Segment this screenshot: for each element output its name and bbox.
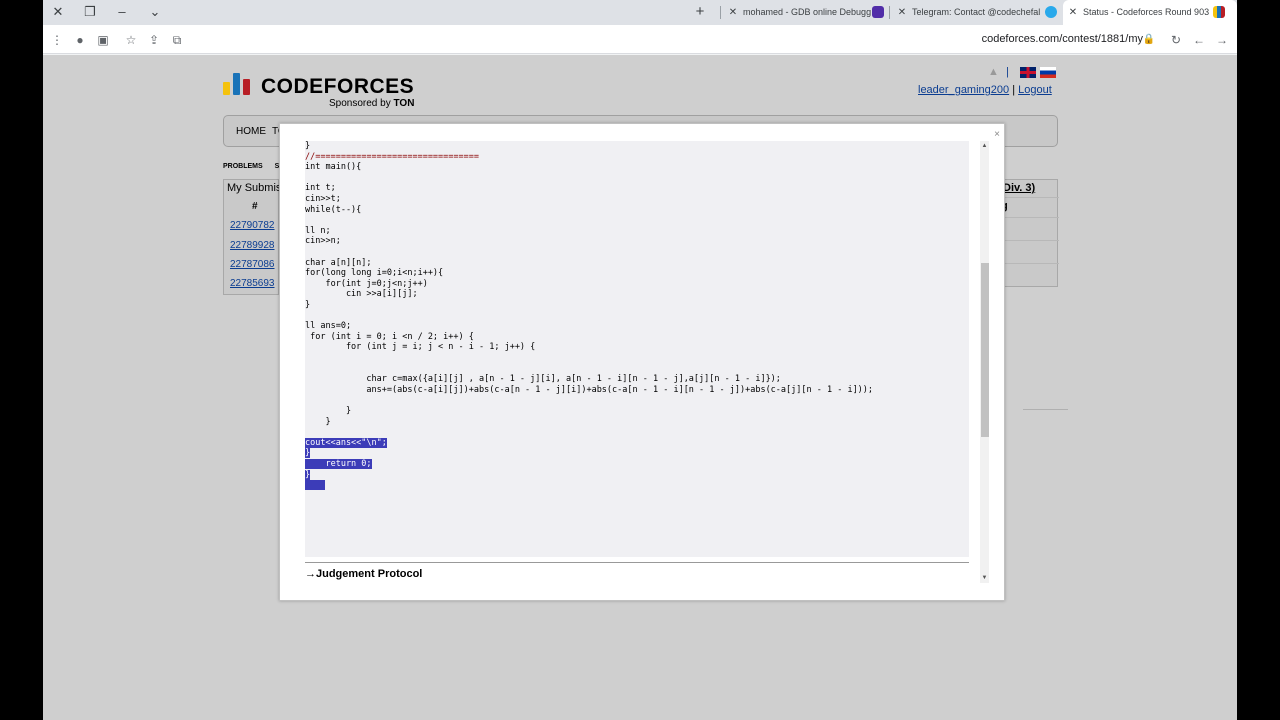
- panel-title: My Submis: [227, 182, 282, 194]
- code-line: int main(){: [305, 162, 362, 173]
- code-line: for(long long i=0;i<n;i++){: [305, 268, 444, 279]
- divider: [1023, 409, 1068, 410]
- tab-label: Telegram: Contact @codechefal: [912, 7, 1041, 17]
- close-icon[interactable]: ×: [994, 129, 1000, 140]
- tab-label: Status - Codeforces Round 903: [1083, 7, 1210, 17]
- logo-bar-icon: [233, 73, 240, 95]
- browser-toolbar: ⋮ ● ▣ ☆ ⇪ ⧉ codeforces.com/contest/1881/…: [43, 25, 1237, 54]
- scroll-up-arrow-icon[interactable]: ▲: [980, 141, 989, 151]
- my-submissions-panel: My Submis # 22790782 22789928 22787086 2…: [223, 179, 282, 295]
- gdb-favicon-icon: [872, 6, 884, 18]
- close-window-icon[interactable]: ✕: [47, 2, 69, 22]
- forward-arrow-icon[interactable]: →: [1212, 30, 1232, 50]
- close-tab-icon[interactable]: ✕: [1067, 0, 1079, 25]
- sponsor-line: Sponsored by TON: [329, 98, 415, 109]
- code-line: cin>>t;: [305, 194, 341, 204]
- source-code-view[interactable]: } //================================ int…: [305, 141, 969, 557]
- user-links: leader_gaming200 | Logout: [918, 84, 1052, 96]
- chevron-down-icon[interactable]: ⌄: [144, 2, 166, 22]
- code-line-selected: [305, 480, 326, 491]
- logo-bar-icon: [243, 79, 250, 95]
- code-line: }: [305, 416, 331, 427]
- logo-bar-icon: [223, 82, 230, 95]
- tab-gdb[interactable]: ✕ mohamed - GDB online Debugg: [727, 0, 887, 25]
- code-line: ll n;: [305, 225, 331, 236]
- username-link[interactable]: leader_gaming200: [918, 84, 1009, 96]
- user-links-separator: |: [1012, 84, 1016, 96]
- english-flag-icon[interactable]: [1020, 67, 1036, 78]
- code-line: }: [305, 141, 311, 151]
- address-bar[interactable]: codeforces.com/contest/1881/my: [943, 33, 1143, 45]
- submission-link[interactable]: 22787086: [230, 259, 275, 270]
- codeforces-favicon-icon: [1213, 6, 1225, 18]
- judgement-protocol-link[interactable]: →Judgement Protocol: [305, 568, 422, 580]
- code-line: ll ans=0;: [305, 321, 352, 332]
- code-line: int t;: [305, 183, 336, 194]
- share-icon[interactable]: ⇪: [144, 30, 164, 50]
- submission-link[interactable]: 22785693: [230, 278, 275, 289]
- code-line: //================================: [305, 151, 479, 162]
- reload-icon[interactable]: ↻: [1166, 30, 1186, 50]
- lock-icon: 🔒: [1142, 34, 1156, 45]
- tab-label: mohamed - GDB online Debugg: [743, 7, 872, 17]
- browser-window: ✕ ❐ – ⌄ + ✕ mohamed - GDB online Debugg ✕…: [43, 0, 1237, 720]
- code-line: for (int j = i; j < n - i - 1; j++) {: [305, 342, 536, 353]
- logo-text: CODEFORCES: [261, 75, 415, 98]
- subnav-problems[interactable]: PROBLEMS: [223, 163, 263, 170]
- code-line: cin >>a[i][j];: [305, 289, 418, 300]
- install-app-icon[interactable]: ⧉: [167, 30, 187, 50]
- code-line-selected: }: [305, 448, 311, 459]
- sidebar-icon[interactable]: ▣: [93, 30, 113, 50]
- close-tab-icon[interactable]: ✕: [727, 0, 739, 25]
- modal-scrollbar[interactable]: ▲ ▼: [980, 141, 989, 583]
- scroll-down-arrow-icon[interactable]: ▼: [980, 573, 989, 583]
- russian-flag-icon[interactable]: [1040, 67, 1056, 78]
- close-tab-icon[interactable]: ✕: [896, 0, 908, 25]
- bookmark-star-icon[interactable]: ☆: [121, 30, 141, 50]
- code-line-selected: cout<<ans<<"\n";: [305, 437, 387, 448]
- tab-telegram[interactable]: ✕ Telegram: Contact @codechefal: [896, 0, 1060, 25]
- new-tab-button[interactable]: +: [689, 2, 711, 22]
- more-menu-icon[interactable]: ⋮: [47, 30, 67, 50]
- scrollbar-thumb[interactable]: [981, 263, 989, 437]
- profile-icon[interactable]: ●: [70, 30, 90, 50]
- code-line: char c=max({a[i][j] , a[n - 1 - j][i], a…: [305, 374, 781, 385]
- back-arrow-icon[interactable]: ←: [1189, 30, 1209, 50]
- flags-separator: |: [1006, 66, 1009, 78]
- telegram-favicon-icon: [1045, 6, 1057, 18]
- code-line: char a[n][n];: [305, 257, 372, 268]
- code-line: }: [305, 300, 311, 310]
- logout-link[interactable]: Logout: [1018, 84, 1052, 96]
- code-line: for (int i = 0; i <n / 2; i++) {: [305, 331, 474, 342]
- contest-panel: Div. 3) g: [998, 179, 1059, 287]
- tab-bar: ✕ ❐ – ⌄ + ✕ mohamed - GDB online Debugg ✕…: [43, 0, 1237, 25]
- source-code-modal: × } //================================ i…: [279, 123, 1005, 601]
- restore-window-icon[interactable]: ❐: [79, 2, 101, 22]
- contest-title-link[interactable]: Div. 3): [1003, 182, 1035, 194]
- tab-codeforces-status[interactable]: ✕ Status - Codeforces Round 903: [1063, 0, 1237, 25]
- codeforces-logo[interactable]: CODEFORCES Sponsored by TON: [223, 71, 423, 111]
- code-line: while(t--){: [305, 204, 362, 215]
- column-header-id: #: [252, 201, 258, 212]
- minimize-window-icon[interactable]: –: [111, 2, 133, 22]
- code-line-selected: }: [305, 469, 311, 480]
- code-line: for(int j=0;j<n;j++): [305, 278, 428, 289]
- code-line-selected: return 0;: [305, 459, 372, 469]
- nav-home[interactable]: HOME: [236, 126, 266, 137]
- code-line: ans+=(abs(c-a[i][j])+abs(c-a[n - 1 - j][…: [305, 384, 874, 395]
- code-line: cin>>n;: [305, 236, 341, 247]
- modal-divider: [305, 562, 969, 563]
- code-line: }: [305, 406, 352, 416]
- submission-link[interactable]: 22789928: [230, 240, 275, 251]
- page-content: CODEFORCES Sponsored by TON ▲ | leader_g…: [43, 55, 1237, 720]
- submission-link[interactable]: 22790782: [230, 220, 275, 231]
- bell-icon[interactable]: ▲: [988, 67, 1000, 78]
